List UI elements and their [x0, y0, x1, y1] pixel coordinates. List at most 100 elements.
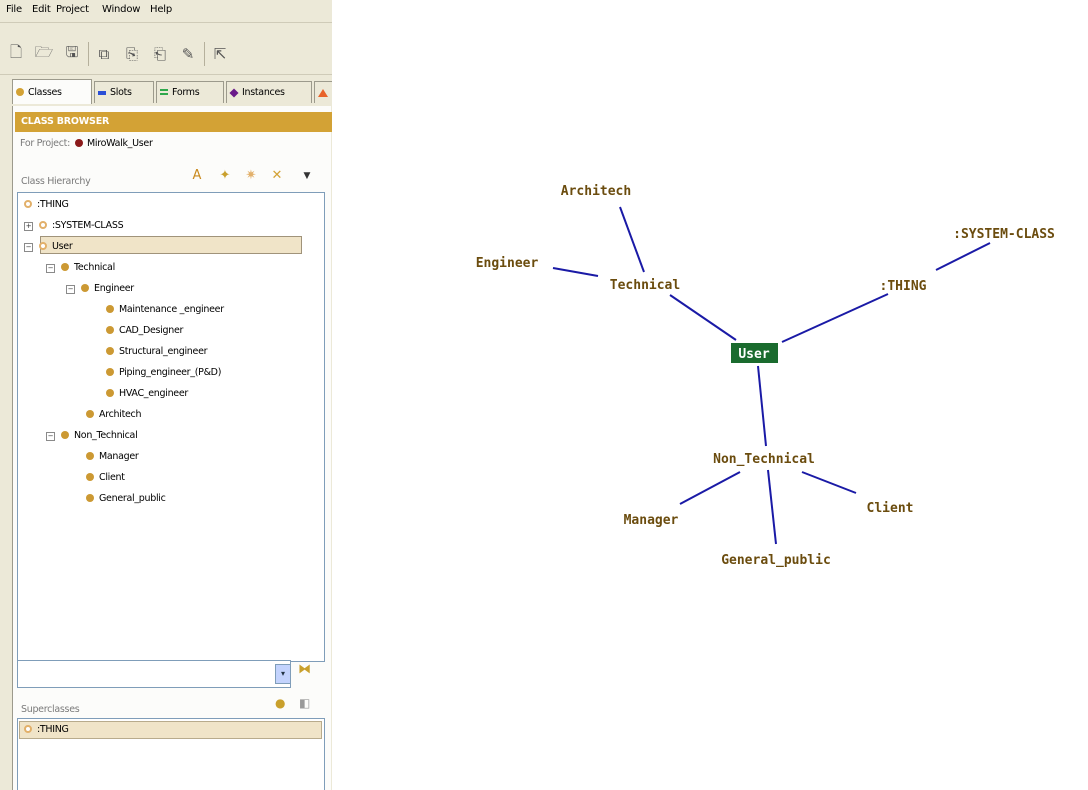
graph-node-client[interactable]: Client [867, 501, 914, 516]
selection-highlight [40, 236, 302, 254]
search-dropdown-button[interactable]: ▾ [275, 664, 291, 684]
dropdown-arrow-icon[interactable]: ▼ [299, 168, 315, 184]
class-icon [86, 494, 94, 502]
edge-nontechnical-client [801, 471, 857, 494]
tree-node[interactable]: :THING [24, 195, 69, 215]
open-project-icon[interactable]: 🗁 [34, 43, 54, 64]
tree-node[interactable]: CAD_Designer [106, 321, 183, 341]
class-icon [106, 305, 114, 313]
tab-slots[interactable]: Slots [94, 81, 154, 103]
class-icon [106, 326, 114, 334]
tab-instances[interactable]: Instances [226, 81, 312, 103]
tree-node-label: Manager [99, 451, 139, 462]
menu-help[interactable]: Help [150, 4, 172, 15]
copy-icon[interactable]: ⎘ [122, 44, 142, 64]
remove-superclass-icon[interactable]: ◧ [299, 696, 310, 710]
collapse-icon[interactable]: − [46, 264, 55, 273]
superclass-row[interactable]: :THING [19, 721, 322, 739]
tab-classes-label: Classes [28, 86, 62, 98]
graph-node-technical[interactable]: Technical [610, 278, 680, 293]
tab-classes[interactable]: Classes [12, 79, 92, 104]
tree-node-label: CAD_Designer [119, 325, 184, 336]
menu-file[interactable]: File [6, 4, 22, 15]
tree-node-label: Structural_engineer [119, 346, 208, 357]
edit-icon[interactable]: ✎ [178, 44, 198, 64]
graph-node-architech[interactable]: Architech [561, 184, 631, 199]
class-browser-header: CLASS BROWSER [15, 112, 332, 132]
tree-node[interactable]: Manager [86, 447, 139, 467]
class-browser-panel: CLASS BROWSER For Project: MiroWalk_User … [12, 106, 332, 790]
tab-forms-label: Forms [172, 87, 200, 98]
project-name: MiroWalk_User [86, 138, 153, 149]
menu-project[interactable]: Project [56, 4, 89, 15]
edge-nontechnical-generalpublic [767, 469, 777, 545]
instances-icon [229, 87, 239, 98]
tree-node[interactable]: − Technical [46, 258, 115, 278]
tree-node-label: User [52, 241, 73, 252]
tree-node[interactable]: Architech [86, 405, 142, 425]
collapse-icon[interactable]: − [66, 285, 75, 294]
graph-node-thing[interactable]: :THING [880, 279, 927, 294]
insert-icon[interactable]: ⇱ [210, 44, 230, 64]
tab-forms[interactable]: Forms [156, 81, 224, 103]
slots-icon [98, 90, 106, 95]
class-icon [81, 284, 89, 292]
menu-window[interactable]: Window [102, 4, 140, 15]
tree-node-label: Architech [99, 409, 142, 420]
tree-node[interactable]: Piping_engineer_(P&D) [106, 363, 221, 383]
tab-bar: Classes Slots Forms Instances [12, 79, 332, 106]
graph-node-non-technical[interactable]: Non_Technical [713, 452, 815, 467]
tree-node-label: Maintenance _engineer [119, 304, 224, 315]
tree-node[interactable]: + :SYSTEM-CLASS [24, 216, 124, 236]
class-icon [106, 347, 114, 355]
expand-icon[interactable]: + [24, 222, 33, 231]
tree-node-label: HVAC_engineer [119, 388, 189, 399]
class-icon [61, 263, 69, 271]
graph-node-general-public[interactable]: General_public [721, 553, 831, 568]
superclass-label: :THING [37, 724, 69, 735]
collapse-icon[interactable]: − [46, 432, 55, 441]
edge-user-nontechnical [757, 365, 767, 447]
tab-slots-label: Slots [110, 87, 132, 98]
project-icon [74, 139, 83, 147]
tree-node[interactable]: Maintenance _engineer [106, 300, 224, 320]
save-project-icon[interactable]: 🖫 [62, 43, 82, 64]
tree-node[interactable]: − User [24, 237, 73, 257]
tree-node-label: Engineer [94, 283, 134, 294]
tree-node[interactable]: General_public [86, 489, 166, 509]
add-superclass-icon[interactable]: ● [275, 696, 285, 710]
menu-edit[interactable]: Edit [32, 4, 51, 15]
view-class-icon[interactable]: A [189, 168, 205, 184]
graph-node-engineer[interactable]: Engineer [476, 256, 539, 271]
find-icon[interactable]: ⧓ [298, 662, 311, 677]
graph-node-user[interactable]: User [738, 347, 769, 362]
class-graph[interactable]: User Technical :THING :SYSTEM-CLASS Arch… [340, 0, 1088, 790]
superclasses-list[interactable]: :THING [17, 718, 325, 790]
tree-node[interactable]: Client [86, 468, 125, 488]
create-class-icon[interactable]: ✦ [217, 168, 233, 184]
tab-instances-label: Instances [242, 87, 285, 98]
tree-node[interactable]: − Engineer [66, 279, 134, 299]
edge-technical-architech [619, 206, 645, 273]
tree-node-label: Client [99, 472, 125, 483]
class-hierarchy-title: Class Hierarchy [21, 176, 91, 187]
class-tree[interactable]: :THING +:SYSTEM-CLASS − User − Technical − Engi… [17, 192, 325, 662]
tree-node[interactable]: − Non_Technical [46, 426, 138, 446]
superclasses-title: Superclasses [21, 704, 80, 715]
system-class-icon [39, 221, 47, 229]
new-project-icon[interactable]: 🗋 [6, 43, 26, 64]
paste-icon[interactable]: ⎗ [150, 44, 170, 64]
tree-node[interactable]: HVAC_engineer [106, 384, 188, 404]
collapse-icon[interactable]: − [24, 243, 33, 252]
forms-icon [160, 88, 168, 97]
cut-icon[interactable]: ⧉ [94, 44, 114, 64]
tree-node[interactable]: Structural_engineer [106, 342, 208, 362]
search-field[interactable] [17, 660, 291, 688]
graph-node-system-class[interactable]: :SYSTEM-CLASS [953, 227, 1055, 242]
delete-class-icon[interactable]: ✷ [243, 168, 259, 184]
remove-class-icon[interactable]: ✕ [269, 168, 285, 184]
tree-node-label: :SYSTEM-CLASS [52, 220, 124, 231]
for-project-label: For Project: [20, 138, 70, 149]
tab-more[interactable] [314, 81, 332, 103]
graph-node-manager[interactable]: Manager [624, 513, 679, 528]
